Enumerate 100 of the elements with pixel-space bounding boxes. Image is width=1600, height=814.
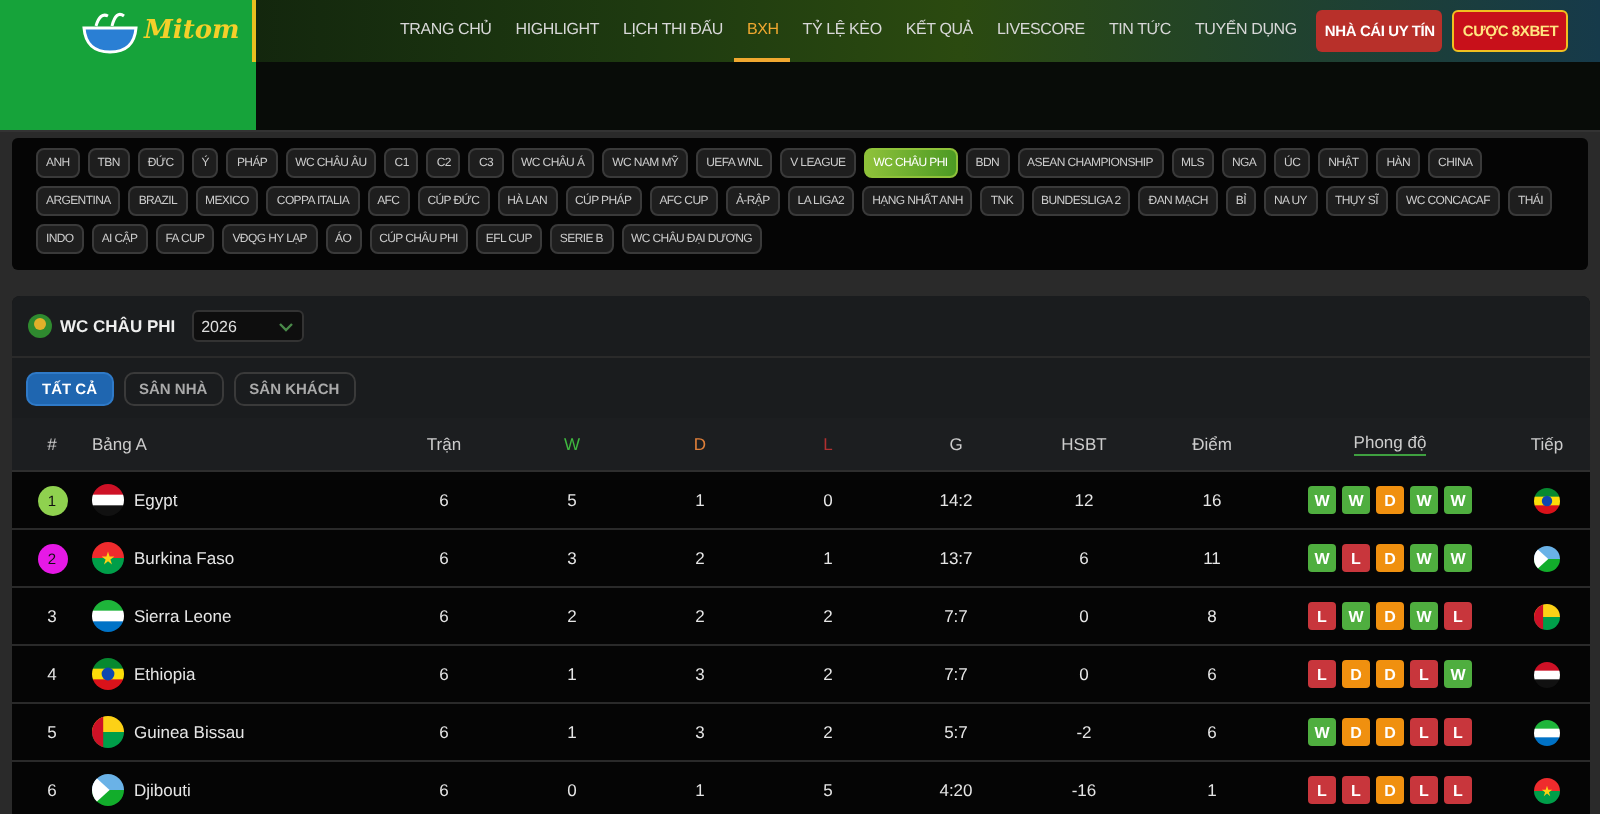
table-cell: 3 xyxy=(695,664,705,684)
team-name[interactable]: Burkina Faso xyxy=(134,548,235,568)
table-cell: -16 xyxy=(1071,780,1097,800)
table-cell: 2 xyxy=(823,606,833,626)
table-cell: 5 xyxy=(567,490,577,510)
column-header: L xyxy=(823,434,833,454)
table-cell: 6 xyxy=(1207,722,1217,742)
table-cell: 6 xyxy=(439,780,449,800)
chevron-down-icon xyxy=(277,321,294,331)
flag-icon xyxy=(1534,777,1560,803)
table-cell: 6 xyxy=(1079,548,1089,568)
table-cell: 8 xyxy=(1207,606,1217,626)
team-name[interactable]: Guinea Bissau xyxy=(134,722,245,742)
table-cell: 2 xyxy=(567,606,577,626)
form-badge: W xyxy=(1444,544,1472,572)
table-cell: 0 xyxy=(567,780,577,800)
table-cell: 4:20 xyxy=(939,780,973,800)
form-badge: W xyxy=(1410,486,1438,514)
table-cell: 1 xyxy=(695,780,705,800)
form-badge: L xyxy=(1410,660,1438,688)
flag-icon xyxy=(1534,719,1560,745)
table-cell: 7:7 xyxy=(944,606,968,626)
table-cell: 3 xyxy=(695,722,705,742)
form-badge: W xyxy=(1342,602,1370,630)
form-badge: D xyxy=(1376,660,1404,688)
rank-number: 6 xyxy=(47,780,57,800)
table-cell: 5:7 xyxy=(944,722,968,742)
table-cell: 16 xyxy=(1202,490,1222,510)
nav-link[interactable]: TIN TỨC xyxy=(1096,0,1183,62)
form-badge: W xyxy=(1308,544,1336,572)
team-name[interactable]: Egypt xyxy=(134,490,178,510)
table-cell: 2 xyxy=(823,664,833,684)
table-cell: 1 xyxy=(695,490,705,510)
form-badge: W xyxy=(1410,602,1438,630)
table-cell: 1 xyxy=(823,548,833,568)
form-badge: W xyxy=(1308,718,1336,746)
form-badge: D xyxy=(1342,718,1370,746)
league-title: WC CHÂU PHI xyxy=(60,316,176,336)
rank-number: 5 xyxy=(47,722,57,742)
nav-link[interactable]: TỶ LỆ KÈO xyxy=(790,0,894,62)
season-dropdown[interactable]: 2026 xyxy=(191,310,304,342)
flag-icon xyxy=(92,484,124,516)
table-cell: 2 xyxy=(823,722,833,742)
nav-link[interactable]: HIGHLIGHT xyxy=(503,0,612,62)
form-badge: D xyxy=(1376,602,1404,630)
column-header: Trận xyxy=(426,434,462,454)
table-cell: 1 xyxy=(567,722,577,742)
flag-icon xyxy=(92,600,124,632)
table-cell: 6 xyxy=(439,664,449,684)
rank-number: 4 xyxy=(47,664,57,684)
team-name[interactable]: Djibouti xyxy=(134,780,191,800)
table-cell: 1 xyxy=(1207,780,1217,800)
flag-icon xyxy=(92,542,124,574)
flag-icon xyxy=(1534,545,1560,571)
table-cell: 6 xyxy=(439,548,449,568)
form-badge: W xyxy=(1308,486,1336,514)
team-name[interactable]: Ethiopia xyxy=(134,664,196,684)
column-header: HSBT xyxy=(1061,434,1107,454)
form-badge: W xyxy=(1410,544,1438,572)
form-badge: W xyxy=(1444,486,1472,514)
table-cell: 5 xyxy=(823,780,833,800)
column-header: W xyxy=(563,434,581,454)
form-badge: D xyxy=(1376,544,1404,572)
nav-link[interactable]: LỊCH THI ĐẤU xyxy=(611,0,735,62)
table-cell: 6 xyxy=(1207,664,1217,684)
form-badge: D xyxy=(1376,776,1404,804)
table-cell: 0 xyxy=(1079,664,1089,684)
league-logo-icon xyxy=(28,314,52,338)
form-badge: L xyxy=(1308,602,1336,630)
flag-icon xyxy=(1534,487,1560,513)
table-cell: 14:2 xyxy=(939,490,973,510)
column-header: D xyxy=(693,434,707,454)
table-cell: 2 xyxy=(695,606,705,626)
rank-number: 3 xyxy=(47,606,57,626)
form-badge: D xyxy=(1342,660,1370,688)
form-badge: L xyxy=(1444,718,1472,746)
flag-icon xyxy=(1534,603,1560,629)
table-cell: 7:7 xyxy=(944,664,968,684)
nav-link[interactable]: TRANG CHỦ xyxy=(388,0,504,62)
column-header: G xyxy=(949,434,963,454)
form-badge: L xyxy=(1342,776,1370,804)
table-cell: 1 xyxy=(567,664,577,684)
form-badge: L xyxy=(1308,776,1336,804)
form-badge: D xyxy=(1376,486,1404,514)
nav-link[interactable]: KẾT QUẢ xyxy=(893,0,985,62)
column-header: Bảng A xyxy=(92,434,147,454)
nav-link[interactable]: TUYỂN DỤNG xyxy=(1183,0,1309,62)
table-cell: 2 xyxy=(695,548,705,568)
form-badge: L xyxy=(1444,776,1472,804)
table-cell: 3 xyxy=(567,548,577,568)
table-cell: 6 xyxy=(439,606,449,626)
form-badge: L xyxy=(1342,544,1370,572)
nav-link[interactable]: LIVESCORE xyxy=(984,0,1097,62)
form-badge: L xyxy=(1410,718,1438,746)
table-cell: -2 xyxy=(1076,722,1092,742)
team-name[interactable]: Sierra Leone xyxy=(134,606,232,626)
form-badge: L xyxy=(1308,660,1336,688)
table-cell: 11 xyxy=(1203,548,1221,568)
table-cell: 13:7 xyxy=(939,548,973,568)
table-cell: 0 xyxy=(1079,606,1089,626)
